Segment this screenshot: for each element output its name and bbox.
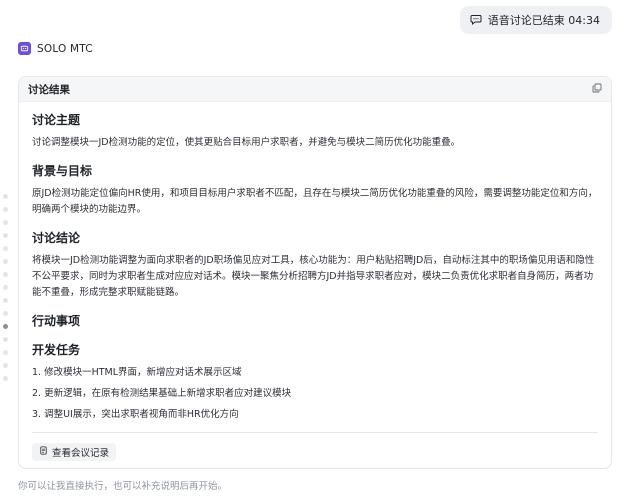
- card-divider: [32, 432, 598, 433]
- view-meeting-record-label: 查看会议记录: [52, 448, 110, 459]
- dev-tasks-heading: 开发任务: [32, 343, 81, 357]
- document-icon: [39, 446, 48, 458]
- card-body: 讨论主题 讨论调整模块一JD检测功能的定位，使其更贴合目标用户求职者，并避免与模…: [19, 102, 611, 423]
- dev-tasks-list: 1. 修改模块一HTML界面，新增应对话术展示区域 2. 更新逻辑，在原有检测结…: [32, 365, 598, 423]
- indicator-dot[interactable]: [3, 298, 8, 303]
- indicator-dot[interactable]: [3, 233, 8, 238]
- card-title: 讨论结果: [28, 83, 70, 96]
- indicator-dot[interactable]: [3, 220, 8, 225]
- list-item: 2. 更新逻辑，在原有检测结果基础上新增求职者应对建议模块: [32, 388, 292, 399]
- theme-heading: 讨论主题: [32, 113, 81, 127]
- indicator-dot[interactable]: [3, 259, 8, 264]
- card-header: 讨论结果: [19, 77, 611, 102]
- chat-page: 语音讨论已结束 04:34 SOLO MTC 讨论结果 讨论主题 讨论调整模块一…: [0, 0, 626, 500]
- indicator-dot[interactable]: [3, 376, 8, 381]
- background-heading: 背景与目标: [32, 164, 93, 178]
- theme-text: 讨论调整模块一JD检测功能的定位，使其更贴合目标用户求职者，并避免与模块二简历优…: [32, 137, 461, 148]
- view-meeting-record-button[interactable]: 查看会议记录: [32, 443, 117, 461]
- sender-row: SOLO MTC: [18, 42, 93, 55]
- indicator-dot[interactable]: [3, 194, 8, 199]
- indicator-dot[interactable]: [3, 350, 8, 355]
- indicator-dot[interactable]: [3, 311, 8, 316]
- list-item: 1. 修改模块一HTML界面，新增应对话术展示区域: [32, 367, 242, 378]
- list-item: 3. 调整UI展示，突出求职者视角而非HR优化方向: [32, 409, 239, 420]
- background-text: 原JD检测功能定位偏向HR使用，和项目目标用户求职者不匹配，且存在与模块二简历优…: [32, 188, 598, 215]
- voice-pill-label: 语音讨论已结束 04:34: [487, 14, 600, 27]
- voice-discussion-ended-pill[interactable]: 语音讨论已结束 04:34: [459, 6, 612, 34]
- indicator-dot[interactable]: [3, 272, 8, 277]
- bot-avatar-icon: [18, 42, 31, 55]
- footer-hint: 你可以让我直接执行，也可以补充说明后再开始。: [18, 481, 228, 492]
- actions-heading: 行动事项: [32, 314, 81, 328]
- conclusion-text: 将模块一JD检测功能调整为面向求职者的JD职场偏见应对工具，核心功能为：用户粘贴…: [32, 255, 595, 298]
- indicator-dot[interactable]: [3, 285, 8, 290]
- indicator-dot-active[interactable]: [3, 324, 8, 329]
- chat-bubble-icon: [470, 13, 482, 28]
- indicator-dot[interactable]: [3, 207, 8, 212]
- conclusion-heading: 讨论结论: [32, 231, 81, 245]
- copy-icon[interactable]: [592, 83, 602, 96]
- scroll-indicator[interactable]: [3, 194, 8, 381]
- sender-name: SOLO MTC: [37, 42, 93, 55]
- indicator-dot[interactable]: [3, 337, 8, 342]
- discussion-result-card: 讨论结果 讨论主题 讨论调整模块一JD检测功能的定位，使其更贴合目标用户求职者，…: [18, 76, 612, 469]
- indicator-dot[interactable]: [3, 246, 8, 251]
- indicator-dot[interactable]: [3, 363, 8, 368]
